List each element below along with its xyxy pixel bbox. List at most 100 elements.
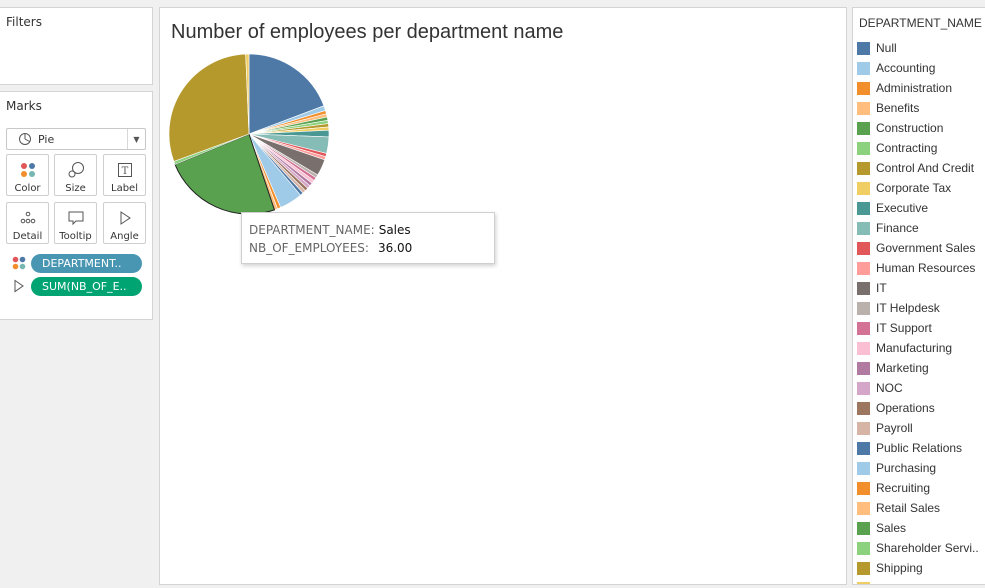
tooltip-button-label: Tooltip — [59, 231, 92, 242]
legend-label: Construction — [876, 121, 944, 135]
legend-swatch — [857, 61, 870, 75]
legend-label: IT — [876, 281, 887, 295]
legend-label: Corporate Tax — [876, 181, 952, 195]
tooltip-button[interactable]: Tooltip — [54, 202, 97, 244]
legend-swatch — [857, 301, 870, 315]
legend-item[interactable]: Shipping — [857, 558, 985, 578]
legend-item[interactable]: Purchasing — [857, 458, 985, 478]
chevron-down-icon[interactable]: ▼ — [127, 129, 145, 149]
legend-item[interactable]: Public Relations — [857, 438, 985, 458]
color-button[interactable]: Color — [6, 154, 49, 196]
legend-label: Payroll — [876, 421, 913, 435]
legend-swatch — [857, 401, 870, 415]
mark-type-dropdown[interactable]: Pie ▼ — [6, 128, 146, 150]
legend-label: Sales — [876, 521, 907, 535]
legend-item[interactable]: IT Support — [857, 318, 985, 338]
color-button-label: Color — [14, 183, 41, 194]
legend-label: Retail Sales — [876, 501, 941, 515]
label-icon: T — [115, 159, 135, 181]
legend-swatch — [857, 541, 870, 555]
legend-item[interactable]: IT — [857, 278, 985, 298]
detail-icon — [18, 207, 38, 229]
legend-item[interactable]: Operations — [857, 398, 985, 418]
filters-shelf[interactable]: Filters — [0, 7, 153, 85]
legend-item[interactable]: Human Resources — [857, 258, 985, 278]
legend-label: Recruiting — [876, 481, 931, 495]
legend-item[interactable]: Construction — [857, 118, 985, 138]
legend-swatch — [857, 181, 870, 195]
marks-card: Marks Pie ▼ Color Size T Label Detail To… — [0, 91, 153, 320]
legend-item[interactable]: Control And Credit — [857, 158, 985, 178]
legend-swatch — [857, 561, 870, 575]
legend-item[interactable] — [857, 578, 985, 584]
legend-swatch — [857, 121, 870, 135]
legend-item[interactable]: Executive — [857, 198, 985, 218]
size-button[interactable]: Size — [54, 154, 97, 196]
mark-tooltip: DEPARTMENT_NAME: Sales NB_OF_EMPLOYEES: 36… — [241, 212, 495, 264]
legend-label: IT Helpdesk — [876, 301, 940, 315]
legend-label: Contracting — [876, 141, 938, 155]
mark-type-label: Pie — [38, 132, 55, 146]
legend-label: Executive — [876, 201, 929, 215]
legend-item[interactable]: Government Sales — [857, 238, 985, 258]
color-legend: DEPARTMENT_NAME Null Accounting Administra… — [852, 7, 985, 585]
legend-swatch — [857, 361, 870, 375]
detail-button-label: Detail — [12, 231, 43, 242]
legend-item[interactable]: Administration — [857, 78, 985, 98]
legend-label: Purchasing — [876, 461, 937, 475]
legend-item[interactable]: IT Helpdesk — [857, 298, 985, 318]
legend-label: Null — [876, 41, 897, 55]
legend-item[interactable]: Benefits — [857, 98, 985, 118]
angle-button[interactable]: Angle — [103, 202, 146, 244]
angle-field-pill[interactable]: SUM(NB_OF_E.. — [31, 277, 142, 296]
tooltip-dept-value: Sales — [378, 223, 411, 237]
legend-swatch — [857, 141, 870, 155]
legend-item[interactable]: Marketing — [857, 358, 985, 378]
legend-item[interactable]: Shareholder Servi.. — [857, 538, 985, 558]
legend-swatch — [857, 221, 870, 235]
legend-item[interactable]: Sales — [857, 518, 985, 538]
legend-swatch — [857, 41, 870, 55]
legend-item[interactable]: NOC — [857, 378, 985, 398]
view-canvas[interactable]: Number of employees per department name — [159, 7, 847, 585]
pie-chart[interactable] — [160, 8, 846, 584]
color-dots-icon — [18, 159, 38, 181]
legend-swatch — [857, 201, 870, 215]
legend-swatch — [857, 101, 870, 115]
legend-item[interactable]: Retail Sales — [857, 498, 985, 518]
label-button[interactable]: T Label — [103, 154, 146, 196]
pie-icon — [19, 133, 31, 145]
legend-item[interactable]: Finance — [857, 218, 985, 238]
legend-item[interactable]: Corporate Tax — [857, 178, 985, 198]
marks-title: Marks — [6, 99, 42, 113]
legend-label: Operations — [876, 401, 935, 415]
legend-item[interactable]: Contracting — [857, 138, 985, 158]
legend-swatch — [857, 261, 870, 275]
legend-label: Accounting — [876, 61, 936, 75]
legend-swatch — [857, 481, 870, 495]
legend-title[interactable]: DEPARTMENT_NAME — [859, 16, 982, 30]
legend-label: NOC — [876, 381, 903, 395]
tooltip-nb-key: NB_OF_EMPLOYEES: — [249, 241, 369, 255]
legend-label: IT Support — [876, 321, 932, 335]
legend-swatch — [857, 281, 870, 295]
legend-swatch — [857, 341, 870, 355]
legend-swatch — [857, 521, 870, 535]
legend-item[interactable]: Null — [857, 38, 985, 58]
legend-label: Manufacturing — [876, 341, 953, 355]
tooltip-dept-key: DEPARTMENT_NAME: — [249, 223, 375, 237]
size-button-label: Size — [65, 183, 86, 194]
detail-button[interactable]: Detail — [6, 202, 49, 244]
legend-item[interactable]: Accounting — [857, 58, 985, 78]
legend-label: Control And Credit — [876, 161, 975, 175]
legend-item[interactable]: Manufacturing — [857, 338, 985, 358]
angle-icon — [115, 207, 135, 229]
legend-item[interactable]: Recruiting — [857, 478, 985, 498]
legend-swatch — [857, 461, 870, 475]
legend-label: Human Resources — [876, 261, 976, 275]
legend-item[interactable]: Payroll — [857, 418, 985, 438]
angle-icon — [14, 279, 24, 293]
color-field-pill[interactable]: DEPARTMENT.. — [31, 254, 142, 273]
legend-swatch — [857, 81, 870, 95]
filters-title: Filters — [6, 15, 42, 29]
